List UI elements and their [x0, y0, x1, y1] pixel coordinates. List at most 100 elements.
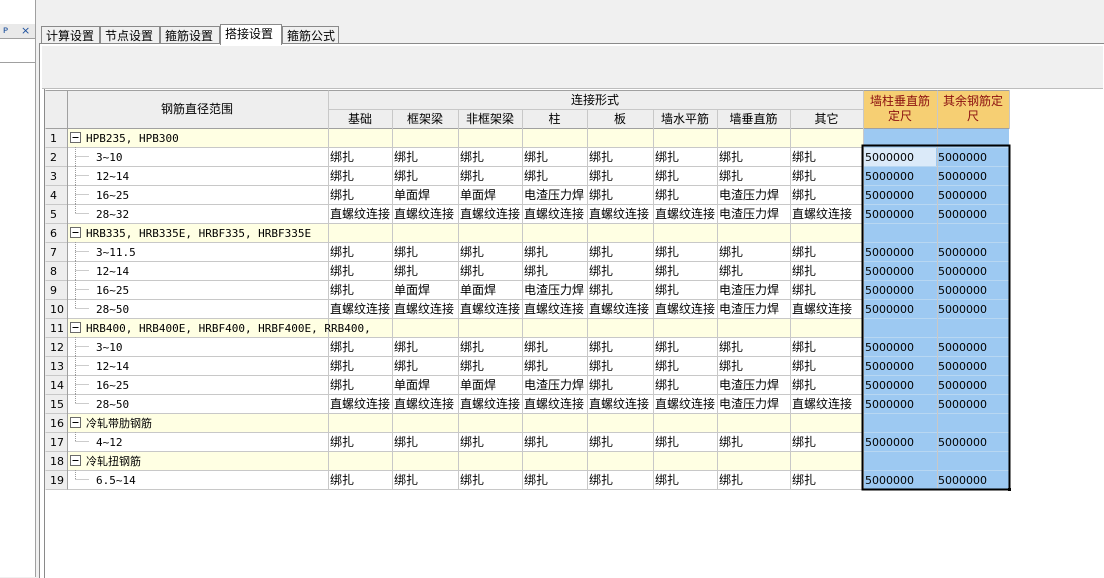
connection-type-cell[interactable]: 直螺纹连接 [330, 301, 390, 316]
connection-type-cell[interactable]: 绑扎 [792, 473, 816, 487]
connection-type-cell[interactable]: 绑扎 [524, 264, 548, 278]
wall-column-fixed-length-cell[interactable]: 5000000 [865, 341, 914, 354]
selected-cell-bg[interactable] [863, 413, 1009, 432]
connection-type-cell[interactable]: 绑扎 [792, 283, 816, 297]
tab-calculation-settings[interactable]: 计算设置 [41, 26, 100, 44]
other-fixed-length-cell[interactable]: 5000000 [938, 474, 987, 487]
connection-type-cell[interactable]: 绑扎 [792, 264, 816, 278]
connection-type-cell[interactable]: 绑扎 [792, 378, 816, 392]
connection-type-cell[interactable]: 绑扎 [655, 169, 679, 183]
connection-type-cell[interactable]: 直螺纹连接 [524, 206, 584, 221]
connection-type-cell[interactable]: 绑扎 [792, 150, 816, 164]
other-fixed-length-cell[interactable]: 5000000 [938, 246, 987, 259]
close-icon[interactable]: × [21, 24, 30, 38]
connection-type-cell[interactable]: 绑扎 [394, 264, 418, 278]
tab-stirrup-formula[interactable]: 箍筋公式 [282, 26, 339, 44]
connection-type-cell[interactable]: 直螺纹连接 [792, 206, 852, 221]
connection-type-cell[interactable]: 绑扎 [460, 169, 484, 183]
connection-type-cell[interactable]: 绑扎 [589, 150, 613, 164]
connection-type-cell[interactable]: 绑扎 [655, 473, 679, 487]
tab-stirrup-settings[interactable]: 箍筋设置 [160, 26, 220, 44]
connection-type-cell[interactable]: 直螺纹连接 [792, 301, 852, 316]
other-fixed-length-cell[interactable]: 5000000 [938, 303, 987, 316]
wall-column-fixed-length-cell[interactable]: 5000000 [865, 303, 914, 316]
connection-type-cell[interactable]: 直螺纹连接 [460, 396, 520, 411]
connection-type-cell[interactable]: 绑扎 [524, 150, 548, 164]
connection-type-cell[interactable]: 绑扎 [330, 188, 354, 202]
selected-cell-bg[interactable] [863, 128, 1009, 147]
connection-type-cell[interactable]: 绑扎 [719, 435, 743, 449]
other-fixed-length-cell[interactable]: 5000000 [938, 341, 987, 354]
connection-type-cell[interactable]: 单面焊 [394, 282, 430, 297]
wall-column-fixed-length-cell[interactable]: 5000000 [865, 189, 914, 202]
connection-type-cell[interactable]: 绑扎 [719, 169, 743, 183]
connection-type-cell[interactable]: 绑扎 [460, 473, 484, 487]
wall-column-fixed-length-cell[interactable]: 5000000 [865, 379, 914, 392]
connection-type-cell[interactable]: 绑扎 [719, 340, 743, 354]
connection-type-cell[interactable]: 电渣压力焊 [524, 377, 584, 392]
connection-type-cell[interactable]: 绑扎 [792, 245, 816, 259]
wall-column-fixed-length-cell[interactable]: 5000000 [865, 208, 914, 221]
connection-type-cell[interactable]: 绑扎 [330, 435, 354, 449]
selected-cell-bg[interactable] [863, 451, 1009, 470]
connection-type-cell[interactable]: 绑扎 [589, 245, 613, 259]
connection-type-cell[interactable]: 绑扎 [524, 169, 548, 183]
connection-type-cell[interactable]: 绑扎 [589, 378, 613, 392]
connection-type-cell[interactable]: 直螺纹连接 [589, 206, 649, 221]
connection-type-cell[interactable]: 绑扎 [792, 359, 816, 373]
connection-type-cell[interactable]: 绑扎 [655, 264, 679, 278]
connection-type-cell[interactable]: 绑扎 [589, 435, 613, 449]
connection-type-cell[interactable]: 直螺纹连接 [589, 301, 649, 316]
tab-node-settings[interactable]: 节点设置 [100, 26, 160, 44]
pin-icon[interactable]: ᴩ [3, 24, 8, 38]
connection-type-cell[interactable]: 直螺纹连接 [655, 301, 715, 316]
other-fixed-length-cell[interactable]: 5000000 [938, 189, 987, 202]
connection-type-cell[interactable]: 绑扎 [460, 435, 484, 449]
wall-column-fixed-length-cell[interactable]: 5000000 [865, 246, 914, 259]
connection-type-cell[interactable]: 绑扎 [394, 245, 418, 259]
connection-type-cell[interactable]: 绑扎 [330, 245, 354, 259]
selected-cell-bg[interactable] [863, 318, 1009, 337]
connection-type-cell[interactable]: 绑扎 [655, 283, 679, 297]
connection-type-cell[interactable]: 绑扎 [792, 188, 816, 202]
connection-type-cell[interactable]: 电渣压力焊 [719, 187, 779, 202]
connection-type-cell[interactable]: 绑扎 [655, 245, 679, 259]
connection-type-cell[interactable]: 直螺纹连接 [330, 206, 390, 221]
connection-type-cell[interactable]: 绑扎 [460, 359, 484, 373]
connection-type-cell[interactable]: 绑扎 [524, 435, 548, 449]
connection-type-cell[interactable]: 单面焊 [460, 187, 496, 202]
connection-type-cell[interactable]: 电渣压力焊 [719, 301, 779, 316]
connection-type-cell[interactable]: 绑扎 [524, 473, 548, 487]
connection-type-cell[interactable]: 直螺纹连接 [460, 301, 520, 316]
connection-type-cell[interactable]: 电渣压力焊 [524, 282, 584, 297]
connection-type-cell[interactable]: 绑扎 [460, 340, 484, 354]
connection-type-cell[interactable]: 绑扎 [330, 473, 354, 487]
connection-type-cell[interactable]: 绑扎 [524, 340, 548, 354]
connection-type-cell[interactable]: 绑扎 [460, 150, 484, 164]
other-fixed-length-cell[interactable]: 5000000 [938, 360, 987, 373]
wall-column-fixed-length-cell[interactable]: 5000000 [865, 265, 914, 278]
other-fixed-length-cell[interactable]: 5000000 [938, 436, 987, 449]
selection-handle[interactable] [1008, 488, 1011, 491]
wall-column-fixed-length-cell[interactable]: 5000000 [865, 474, 914, 487]
connection-type-cell[interactable]: 绑扎 [655, 150, 679, 164]
connection-type-cell[interactable]: 绑扎 [330, 264, 354, 278]
connection-type-cell[interactable]: 绑扎 [394, 340, 418, 354]
connection-type-cell[interactable]: 绑扎 [655, 378, 679, 392]
connection-type-cell[interactable]: 绑扎 [792, 340, 816, 354]
other-fixed-length-cell[interactable]: 5000000 [938, 170, 987, 183]
connection-type-cell[interactable]: 绑扎 [655, 359, 679, 373]
connection-type-cell[interactable]: 绑扎 [655, 188, 679, 202]
connection-type-cell[interactable]: 绑扎 [719, 245, 743, 259]
connection-type-cell[interactable]: 绑扎 [589, 264, 613, 278]
connection-type-cell[interactable]: 直螺纹连接 [524, 396, 584, 411]
connection-type-cell[interactable]: 电渣压力焊 [719, 377, 779, 392]
connection-type-cell[interactable]: 绑扎 [330, 340, 354, 354]
connection-type-cell[interactable]: 电渣压力焊 [719, 206, 779, 221]
connection-type-cell[interactable]: 电渣压力焊 [719, 396, 779, 411]
connection-type-cell[interactable]: 绑扎 [330, 169, 354, 183]
connection-type-cell[interactable]: 绑扎 [719, 150, 743, 164]
connection-type-cell[interactable]: 绑扎 [719, 359, 743, 373]
connection-type-cell[interactable]: 绑扎 [524, 245, 548, 259]
connection-type-cell[interactable]: 直螺纹连接 [655, 206, 715, 221]
